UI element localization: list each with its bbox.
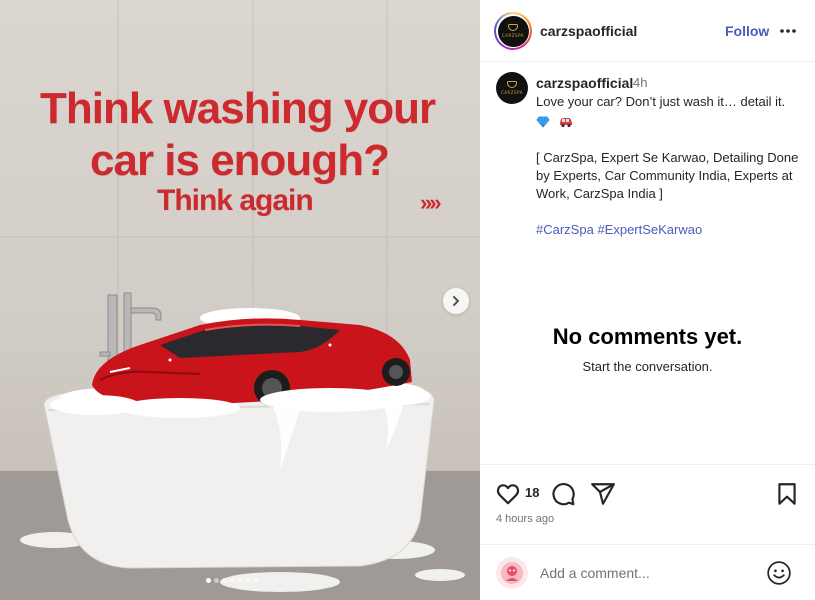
carousel-dot xyxy=(214,578,219,583)
car-icon xyxy=(560,118,572,128)
carousel-dot xyxy=(246,578,251,583)
save-button[interactable] xyxy=(774,481,800,507)
carousel-dot xyxy=(222,578,227,583)
no-comments-subtitle: Start the conversation. xyxy=(582,359,713,374)
post-caption: CARZSPA carzspaofficial 4h Love your car… xyxy=(480,62,815,464)
avatar[interactable]: CARZSPA xyxy=(496,72,528,104)
carousel-dot xyxy=(206,578,211,583)
avatar[interactable]: CARZSPA xyxy=(494,12,532,50)
no-comments-title: No comments yet. xyxy=(552,324,743,349)
like-button[interactable] xyxy=(495,481,521,507)
post-actions: 18 4 hours ago xyxy=(480,464,815,544)
hashtag-link[interactable]: #ExpertSeKarwao xyxy=(597,222,702,237)
heart-icon xyxy=(496,484,520,505)
follow-button[interactable]: Follow xyxy=(725,23,769,39)
hashtag-link[interactable]: #CarzSpa xyxy=(536,222,594,237)
more-options-button[interactable] xyxy=(778,21,798,41)
like-count[interactable]: 18 xyxy=(525,485,539,500)
emoji-icon xyxy=(767,561,791,585)
caption-emojis xyxy=(536,113,806,131)
emoji-button[interactable] xyxy=(766,560,792,586)
share-button[interactable] xyxy=(590,481,616,507)
brand-logo-icon: CARZSPA xyxy=(497,15,529,47)
comment-input[interactable] xyxy=(540,562,760,584)
carousel-next-button[interactable] xyxy=(443,288,469,314)
caption-time: 4h xyxy=(633,75,648,90)
chevron-right-icon xyxy=(453,296,459,306)
share-icon xyxy=(591,483,615,505)
more-icon xyxy=(780,29,796,33)
comment-composer xyxy=(480,544,815,600)
header-username[interactable]: carzspaofficial xyxy=(540,23,637,39)
bathtub-car-illustration xyxy=(43,292,435,569)
user-avatar-icon xyxy=(501,562,523,584)
carousel-dot xyxy=(238,578,243,583)
carousel-dot xyxy=(230,578,235,583)
bookmark-icon xyxy=(778,483,796,505)
caption-username[interactable]: carzspaofficial xyxy=(536,75,633,91)
post-sidebar: CARZSPA carzspaofficial Follow CARZSPA c… xyxy=(480,0,815,600)
post-image[interactable]: Think washing your car is enough? Think … xyxy=(0,0,480,600)
gem-icon xyxy=(536,116,550,128)
caption-hashtags: #CarzSpa #ExpertSeKarwao xyxy=(536,221,806,239)
comment-icon xyxy=(552,482,575,506)
carousel-dot xyxy=(254,578,259,583)
bathtub xyxy=(43,387,435,569)
brand-logo-icon xyxy=(507,81,517,88)
caption-tags: [ CarzSpa, Expert Se Karwao, Detailing D… xyxy=(536,150,799,201)
comment-button[interactable] xyxy=(550,481,576,507)
post-header: CARZSPA carzspaofficial Follow xyxy=(480,0,815,62)
caption-text: Love your car? Don’t just wash it… detai… xyxy=(536,94,786,109)
caption-body: Love your car? Don’t just wash it… detai… xyxy=(536,93,806,239)
post-time-ago: 4 hours ago xyxy=(496,513,555,525)
avatar xyxy=(496,557,528,589)
carousel-dots xyxy=(206,578,259,583)
